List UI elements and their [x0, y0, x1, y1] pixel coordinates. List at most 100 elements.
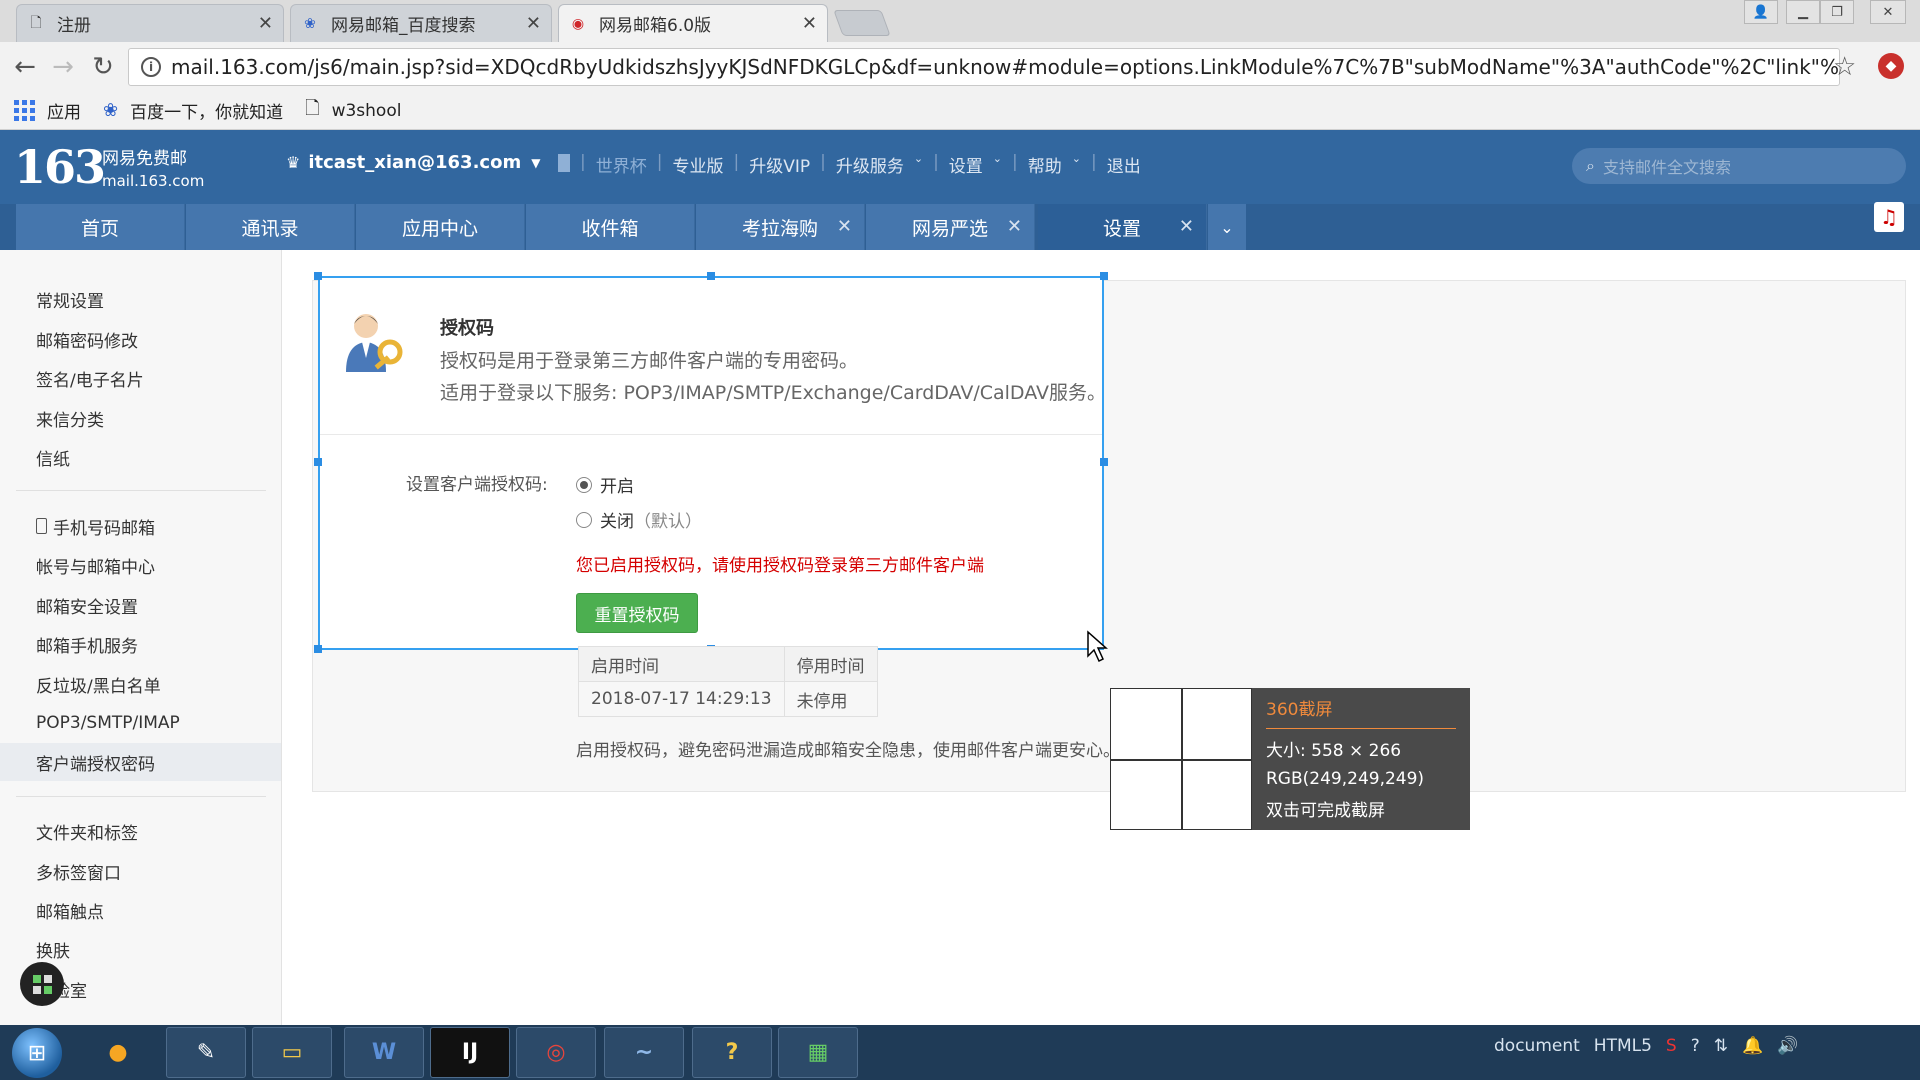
back-arrow-icon[interactable]: ←: [8, 50, 42, 84]
mail-search-input[interactable]: ⌕ 支持邮件全文搜索: [1572, 148, 1906, 184]
tab-settings[interactable]: 设置 ✕: [1038, 204, 1207, 250]
info-icon[interactable]: i: [141, 57, 161, 77]
chart-app-icon[interactable]: ▦: [778, 1027, 858, 1078]
link-pro[interactable]: 专业版: [672, 152, 723, 177]
reset-auth-code-button[interactable]: 重置授权码: [576, 593, 698, 633]
sidebar-item-general[interactable]: 常规设置: [36, 284, 104, 314]
help-icon[interactable]: ?: [1691, 1036, 1700, 1056]
music-icon[interactable]: ♫: [1874, 202, 1904, 232]
sidebar-divider: [16, 796, 266, 797]
link-help[interactable]: 帮助: [1028, 152, 1062, 177]
tab-yanxuan[interactable]: 网易严选 ✕: [866, 204, 1035, 250]
resize-handle[interactable]: [1100, 458, 1108, 466]
phone-icon[interactable]: [558, 153, 571, 172]
resize-handle[interactable]: [314, 645, 322, 653]
sidebar-item-filters[interactable]: 来信分类: [36, 403, 104, 433]
browser-tab-register[interactable]: 🗋 注册 ✕: [16, 4, 284, 42]
account-menu[interactable]: ♛ itcast_xian@163.com ▼: [286, 152, 571, 173]
bookmark-star-icon[interactable]: ☆: [1833, 52, 1856, 82]
sidebar-item-password[interactable]: 邮箱密码修改: [36, 324, 138, 354]
user-profile-icon[interactable]: 👤: [1744, 0, 1778, 24]
bookmark-w3school[interactable]: 🗋 w3shool: [305, 96, 401, 126]
close-icon[interactable]: ✕: [837, 216, 852, 237]
resize-handle[interactable]: [1100, 272, 1108, 280]
screenshot-size: 大小: 558 × 266: [1266, 741, 1402, 761]
intellij-app-icon[interactable]: IJ: [430, 1027, 510, 1078]
sidebar-item-skin[interactable]: 换肤: [36, 934, 70, 964]
close-icon[interactable]: ✕: [526, 13, 541, 34]
resize-handle[interactable]: [314, 272, 322, 280]
tab-label: 应用中心: [401, 217, 478, 240]
sidebar-item-security[interactable]: 邮箱安全设置: [36, 590, 138, 620]
pencil-app-icon[interactable]: ✎: [166, 1027, 246, 1078]
link-worldcup[interactable]: 世界杯: [596, 152, 647, 177]
screenshot-magnifier: [1110, 688, 1252, 830]
sidebar-item-antispam[interactable]: 反垃圾/黑白名单: [36, 669, 161, 699]
link-upgrade-service[interactable]: 升级服务: [836, 152, 904, 177]
sidebar-item-stationery[interactable]: 信纸: [36, 442, 70, 472]
link-vip[interactable]: 升级VIP: [749, 152, 810, 177]
close-icon[interactable]: ✕: [802, 13, 817, 34]
chrome-app-icon[interactable]: ◎: [516, 1027, 596, 1078]
table-header-disabled: 停用时间: [783, 646, 878, 682]
tab-contacts[interactable]: 通讯录: [186, 204, 355, 250]
dolphin-app-icon[interactable]: ~: [604, 1027, 684, 1078]
sidebar-item-folders[interactable]: 文件夹和标签: [36, 816, 138, 846]
bookmark-apps[interactable]: 应用: [14, 98, 81, 123]
notification-icon[interactable]: 🔔: [1742, 1036, 1763, 1056]
word-app-icon[interactable]: W: [344, 1027, 424, 1078]
reload-icon[interactable]: ↻: [86, 50, 120, 84]
radio-auth-off[interactable]: 关闭 （默认）: [576, 507, 702, 532]
folder-app-icon[interactable]: ▭: [252, 1027, 332, 1078]
screenshot-hint: 双击可完成截屏: [1266, 801, 1385, 821]
sidebar-item-mobile-service[interactable]: 邮箱手机服务: [36, 629, 138, 659]
paint-app-icon[interactable]: ●: [78, 1027, 158, 1078]
sogou-input-icon[interactable]: S: [1666, 1036, 1677, 1056]
link-settings[interactable]: 设置: [949, 152, 983, 177]
auth-tip: 启用授权码，避免密码泄漏造成邮箱安全隐患，使用邮件客户端更安心。: [576, 741, 1120, 761]
tab-inbox[interactable]: 收件箱: [526, 204, 695, 250]
close-icon[interactable]: ✕: [258, 13, 273, 34]
tray-html5-label[interactable]: HTML5: [1594, 1036, 1652, 1056]
forward-arrow-icon[interactable]: →: [46, 50, 80, 84]
close-icon[interactable]: ✕: [1179, 216, 1194, 237]
bookmark-label: w3shool: [331, 100, 402, 121]
resize-handle[interactable]: [707, 272, 715, 280]
sidebar-item-multitab[interactable]: 多标签窗口: [36, 856, 121, 886]
browser-tab-netease-mail[interactable]: ◉ 网易邮箱6.0版 ✕: [558, 4, 828, 42]
url-text: mail.163.com/js6/main.jsp?sid=XDQcdRbyUd…: [171, 55, 1840, 79]
volume-icon[interactable]: 🔊: [1777, 1036, 1798, 1056]
address-bar[interactable]: i mail.163.com/js6/main.jsp?sid=XDQcdRby…: [128, 48, 1840, 86]
extension-icon[interactable]: ◆: [1878, 53, 1904, 79]
logo-text: 网易免费邮 mail.163.com: [102, 148, 204, 192]
screenshot-rgb: RGB(249,249,249): [1266, 769, 1425, 789]
network-icon[interactable]: ⇅: [1714, 1036, 1728, 1056]
floating-assistant-icon[interactable]: [20, 962, 64, 1006]
new-tab-button[interactable]: [833, 10, 891, 36]
help-app-icon[interactable]: ?: [692, 1027, 772, 1078]
bookmark-baidu[interactable]: ❀ 百度一下，你就知道: [103, 98, 283, 123]
resize-handle[interactable]: [314, 458, 322, 466]
link-logout[interactable]: 退出: [1107, 152, 1141, 177]
tab-more-chevron-icon[interactable]: ⌄: [1208, 204, 1246, 250]
minimize-button[interactable]: ▁: [1786, 0, 1820, 24]
sidebar-item-pop3[interactable]: POP3/SMTP/IMAP: [36, 708, 180, 738]
sidebar-item-account-center[interactable]: 帐号与邮箱中心: [36, 550, 155, 580]
sidebar-item-touchpoint[interactable]: 邮箱触点: [36, 895, 104, 925]
tab-kaola[interactable]: 考拉海购 ✕: [696, 204, 865, 250]
tray-document-label[interactable]: document: [1494, 1036, 1580, 1056]
bookmark-label: 百度一下，你就知道: [130, 103, 284, 123]
logo-line2: mail.163.com: [102, 172, 205, 190]
close-icon[interactable]: ✕: [1007, 216, 1022, 237]
radio-auth-on[interactable]: 开启: [576, 472, 634, 497]
tab-home[interactable]: 首页: [16, 204, 185, 250]
logo-163[interactable]: 163: [14, 140, 106, 194]
sidebar-item-client-auth[interactable]: 客户端授权密码: [0, 743, 281, 781]
browser-tab-baidu[interactable]: ❀ 网易邮箱_百度搜索 ✕: [290, 4, 552, 42]
sidebar-item-phone-mail[interactable]: 手机号码邮箱: [36, 511, 155, 541]
sidebar-item-signature[interactable]: 签名/电子名片: [36, 363, 144, 393]
restore-button[interactable]: ❐: [1820, 0, 1854, 24]
windows-start-icon[interactable]: ⊞: [12, 1028, 62, 1078]
close-window-button[interactable]: ✕: [1870, 0, 1906, 24]
tab-app-center[interactable]: 应用中心: [356, 204, 525, 250]
